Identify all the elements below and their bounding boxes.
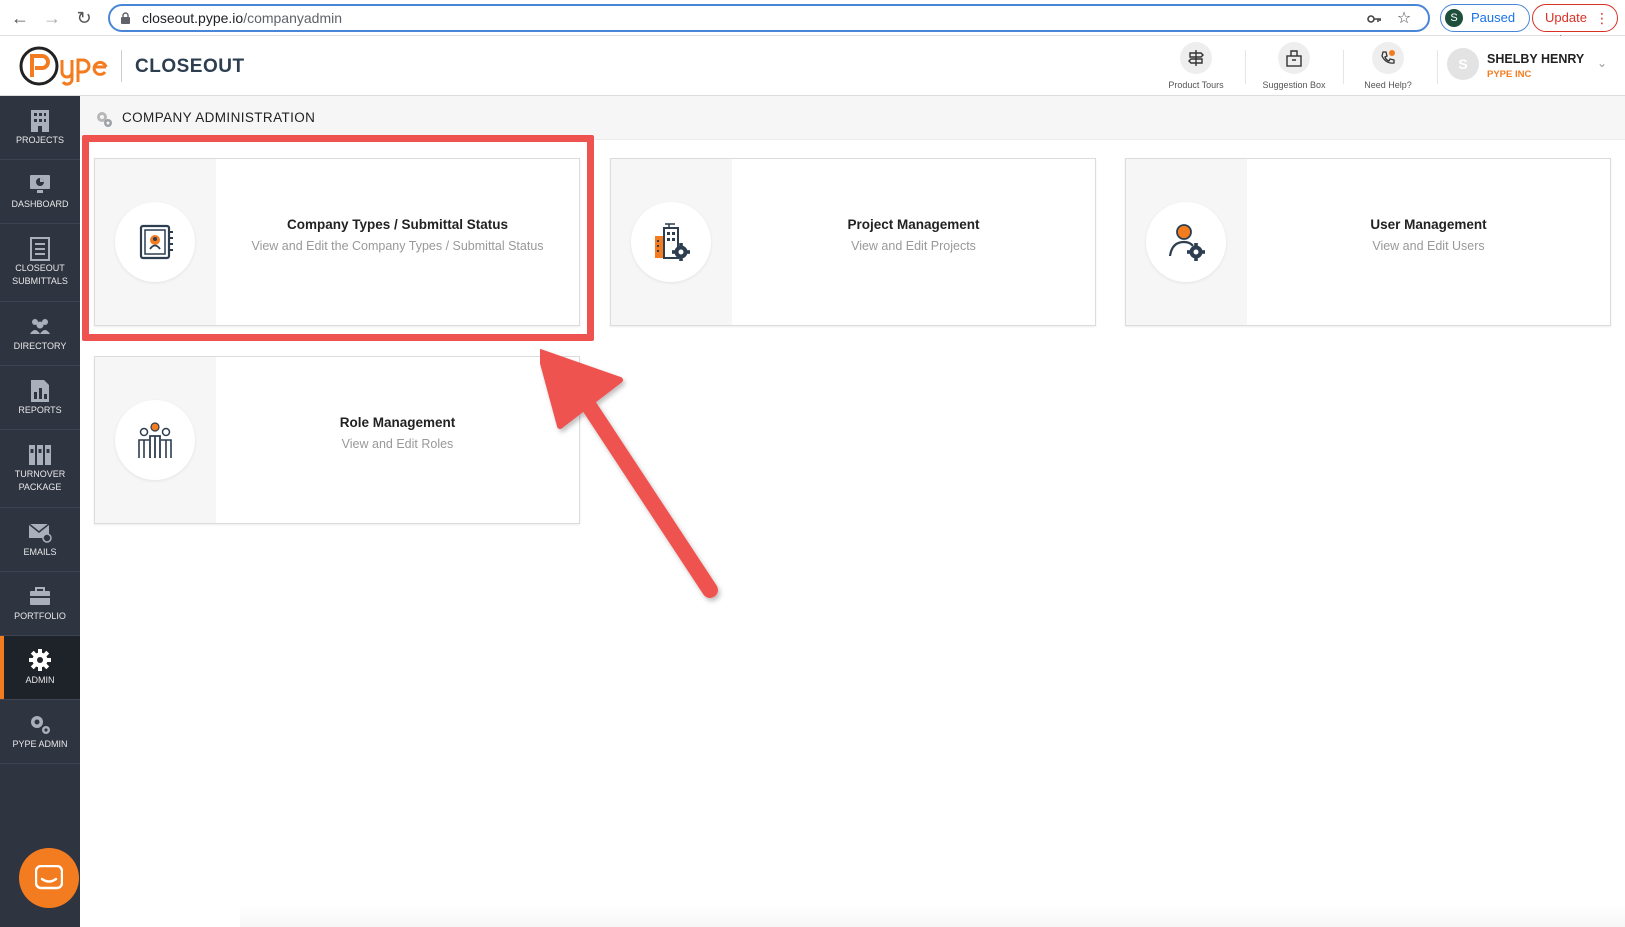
chat-bubble-icon <box>35 865 63 890</box>
sidebar-item-turnover-package[interactable]: TURNOVER PACKAGE <box>0 430 80 508</box>
card-subtitle: View and Edit Projects <box>851 239 976 253</box>
profile-paused-button[interactable]: S Paused <box>1440 4 1530 32</box>
sidebar-item-dashboard[interactable]: DASHBOARD <box>0 160 80 224</box>
building-gear-icon <box>655 223 690 261</box>
gear-icon <box>29 649 51 671</box>
sidebar-item-emails[interactable]: EMAILS <box>0 508 80 572</box>
user-name: SHELBY HENRY <box>1487 52 1585 66</box>
product-tours-label: Product Tours <box>1168 80 1224 90</box>
report-chart-icon <box>31 380 49 402</box>
suggestion-box-icon <box>1278 42 1310 74</box>
user-menu[interactable]: S SHELBY HENRY PYPE INC ⌄ <box>1447 46 1617 86</box>
suggestion-box-button[interactable]: Suggestion Box <box>1254 42 1334 92</box>
update-button[interactable]: Update ⋮ <box>1532 4 1618 32</box>
sidebar-item-portfolio[interactable]: PORTFOLIO <box>0 572 80 636</box>
lock-icon <box>121 12 130 24</box>
app-header: CLOSEOUT Product Tours Suggestion Box Ne… <box>0 36 1625 96</box>
pype-logo[interactable] <box>18 44 108 88</box>
sidebar-item-closeout-submittals[interactable]: CLOSEOUT SUBMITTALS <box>0 224 80 302</box>
address-bar[interactable]: closeout.pype.io/companyadmin ☆ <box>108 4 1430 32</box>
monitor-chart-icon <box>30 175 50 193</box>
sidebar-label: PROJECTS <box>15 135 64 145</box>
update-label: Update <box>1545 10 1587 25</box>
card-title: Project Management <box>847 217 980 232</box>
need-help-label: Need Help? <box>1364 80 1412 90</box>
more-vert-icon: ⋮ <box>1595 10 1609 26</box>
header-divider <box>1245 50 1246 84</box>
key-icon[interactable] <box>1366 11 1382 27</box>
sidebar-label: TURNOVER PACKAGE <box>14 469 66 492</box>
people-group-icon <box>30 319 50 334</box>
sidebar-label: PYPE ADMIN <box>12 739 68 749</box>
card-role-management[interactable]: Role Management View and Edit Roles <box>94 356 580 524</box>
card-icon-wrap <box>115 202 195 282</box>
card-subtitle: View and Edit Users <box>1372 239 1485 253</box>
logo-divider <box>121 50 122 82</box>
header-divider <box>1437 50 1438 84</box>
card-icon-wrap <box>115 400 195 480</box>
star-icon[interactable]: ☆ <box>1396 11 1412 27</box>
gears-icon <box>97 112 112 127</box>
sidebar-label: REPORTS <box>18 405 62 415</box>
page-header: COMPANY ADMINISTRATION <box>80 96 1625 140</box>
sidebar-item-pype-admin[interactable]: PYPE ADMIN <box>0 700 80 764</box>
header-divider <box>1343 50 1344 84</box>
sidebar-label: DASHBOARD <box>11 199 69 209</box>
card-title: Company Types / Submittal Status <box>286 217 509 232</box>
back-arrow-icon[interactable]: ← <box>10 8 30 28</box>
user-org: PYPE INC <box>1487 69 1532 80</box>
bottom-fade <box>240 905 1625 927</box>
url-text: closeout.pype.io/companyadmin <box>142 10 343 26</box>
card-title: Role Management <box>339 415 456 430</box>
sidebar-item-projects[interactable]: PROJECTS <box>0 96 80 160</box>
user-avatar: S <box>1447 48 1479 80</box>
card-icon-wrap <box>631 202 711 282</box>
reload-icon[interactable]: ↻ <box>74 8 94 28</box>
address-book-icon <box>139 224 173 260</box>
sidebar-nav: PROJECTS DASHBOARD CLOSEOUT SUBMITTALS D… <box>0 96 80 927</box>
profile-avatar: S <box>1445 9 1463 27</box>
product-name: CLOSEOUT <box>135 56 245 77</box>
sidebar-item-reports[interactable]: REPORTS <box>0 366 80 430</box>
card-title: User Management <box>1370 217 1487 232</box>
main-content: COMPANY ADMINISTRATION Company Types / S… <box>80 96 1625 927</box>
sidebar-label: EMAILS <box>23 547 57 557</box>
binders-icon <box>29 445 51 465</box>
signpost-icon <box>1180 42 1212 74</box>
paused-label: Paused <box>1471 10 1516 25</box>
card-subtitle: View and Edit the Company Types / Submit… <box>251 239 544 253</box>
forward-arrow-icon[interactable]: → <box>42 8 62 28</box>
sidebar-item-directory[interactable]: DIRECTORY <box>0 302 80 366</box>
page-title: COMPANY ADMINISTRATION <box>122 110 316 125</box>
checklist-icon <box>30 237 50 261</box>
envelope-gear-icon <box>28 523 52 543</box>
card-subtitle: View and Edit Roles <box>341 437 454 451</box>
briefcase-icon <box>30 587 50 605</box>
building-icon <box>31 110 49 132</box>
gears-icon <box>31 716 50 734</box>
sidebar-item-admin[interactable]: ADMIN <box>0 636 80 700</box>
need-help-button[interactable]: Need Help? <box>1348 42 1428 92</box>
product-tours-button[interactable]: Product Tours <box>1156 42 1236 92</box>
chat-launcher-button[interactable] <box>19 848 79 908</box>
team-icon <box>138 422 172 458</box>
card-project-management[interactable]: Project Management View and Edit Project… <box>610 158 1096 326</box>
sidebar-label: DIRECTORY <box>13 341 67 351</box>
suggestion-box-label: Suggestion Box <box>1262 80 1326 90</box>
sidebar-label: PORTFOLIO <box>14 611 66 621</box>
chevron-down-icon: ⌄ <box>1597 56 1608 70</box>
phone-help-icon <box>1372 42 1404 74</box>
card-company-types[interactable]: Company Types / Submittal Status View an… <box>94 158 580 326</box>
card-user-management[interactable]: User Management View and Edit Users <box>1125 158 1611 326</box>
browser-toolbar: ← → ↻ closeout.pype.io/companyadmin ☆ S … <box>0 0 1625 36</box>
annotation-arrow-icon <box>540 349 718 598</box>
sidebar-label: ADMIN <box>25 675 55 685</box>
sidebar-label: CLOSEOUT SUBMITTALS <box>12 263 68 286</box>
card-icon-wrap <box>1146 202 1226 282</box>
user-gear-icon <box>1168 224 1205 261</box>
